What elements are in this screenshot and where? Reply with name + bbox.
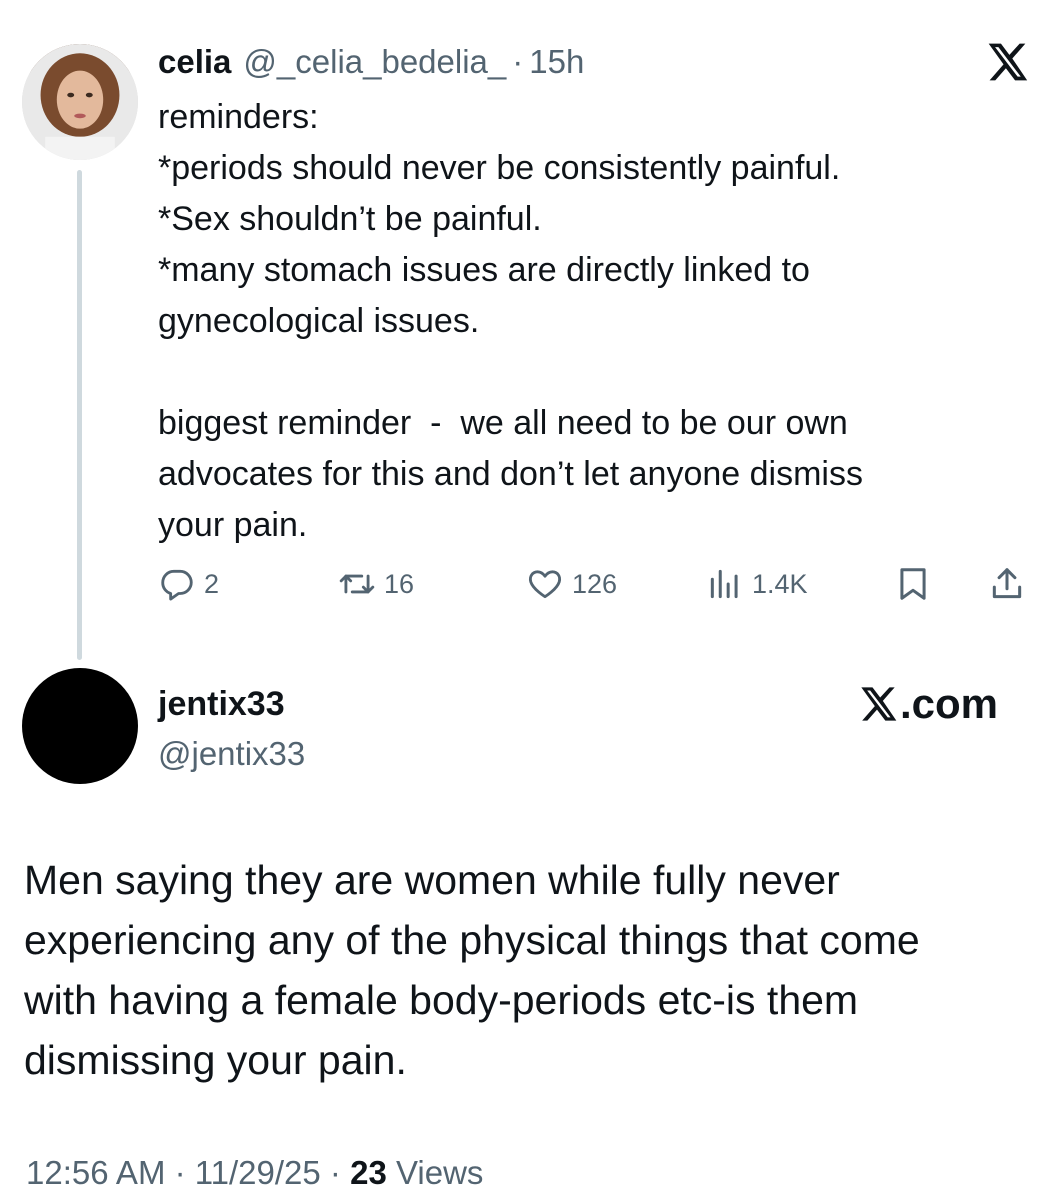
retweet-count: 16 bbox=[384, 568, 415, 599]
retweet-button[interactable]: 16 bbox=[338, 560, 414, 608]
bookmark-icon bbox=[900, 568, 926, 600]
tweet-timestamp[interactable]: 12:56 AM · 11/29/25 · bbox=[26, 1154, 350, 1192]
display-name[interactable]: celia bbox=[158, 40, 231, 84]
x-com-brand: .com bbox=[858, 680, 998, 728]
views-total: 23 bbox=[350, 1154, 387, 1191]
tweet-action-bar: 2 16 126 1.4K bbox=[158, 560, 1038, 608]
views-label: Views bbox=[386, 1154, 484, 1191]
tweet-text-line: biggest reminder - we all need to be our… bbox=[158, 404, 848, 442]
main-tweet-text: Men saying they are women while fully ne… bbox=[24, 850, 1034, 1090]
tweet-text-line: reminders: bbox=[158, 98, 319, 136]
tweet-text-line: your pain. bbox=[158, 506, 308, 544]
celia-avatar[interactable] bbox=[22, 44, 138, 160]
tweet-text-line: *Sex shouldn’t be painful. bbox=[158, 200, 542, 238]
x-logo-icon bbox=[985, 40, 1029, 84]
tweet-time[interactable]: 15h bbox=[529, 40, 584, 84]
brand-domain-text: .com bbox=[900, 680, 999, 727]
views-count: 1.4K bbox=[752, 568, 808, 599]
like-button[interactable]: 126 bbox=[526, 560, 617, 608]
tweet-text-line: gynecological issues. bbox=[158, 302, 480, 340]
user-handle[interactable]: @_celia_bedelia_ bbox=[243, 40, 506, 84]
reply-count: 2 bbox=[204, 568, 220, 599]
retweet-icon bbox=[339, 574, 375, 594]
tweet-metadata: 12:56 AM · 11/29/25 · 23 Views bbox=[26, 1150, 483, 1196]
tweet-text-line: dismissing your pain. bbox=[24, 1037, 407, 1083]
share-button[interactable] bbox=[988, 560, 1026, 608]
like-count: 126 bbox=[572, 568, 618, 599]
bookmark-button[interactable] bbox=[894, 560, 932, 608]
separator-dot: · bbox=[512, 43, 524, 80]
x-logo-icon bbox=[861, 687, 897, 721]
main-user-handle[interactable]: @jentix33 bbox=[158, 732, 305, 776]
user-photo-avatar-icon bbox=[22, 44, 138, 160]
tweet-text-line: advocates for this and don’t let anyone … bbox=[158, 455, 863, 493]
tweet-text-line: with having a female body-periods etc-is… bbox=[24, 977, 859, 1023]
views-button[interactable]: 1.4K bbox=[706, 560, 808, 608]
tweet-text-line: experiencing any of the physical things … bbox=[24, 917, 920, 963]
views-icon bbox=[710, 569, 738, 599]
quoted-tweet-text: reminders: *periods should never be cons… bbox=[158, 92, 1038, 551]
heart-icon bbox=[528, 570, 562, 599]
tweet-text-line: *periods should never be consistently pa… bbox=[158, 149, 841, 187]
reply-button[interactable]: 2 bbox=[158, 560, 219, 608]
main-display-name[interactable]: jentix33 bbox=[158, 682, 285, 726]
tweet-text-line bbox=[158, 347, 1038, 398]
jentix-avatar[interactable] bbox=[22, 668, 138, 784]
thread-connector-line bbox=[77, 170, 82, 660]
share-icon bbox=[992, 568, 1022, 599]
tweet-text-line: Men saying they are women while fully ne… bbox=[24, 857, 840, 903]
tweet-text-line: *many stomach issues are directly linked… bbox=[158, 251, 810, 289]
reply-icon bbox=[161, 569, 193, 601]
quoted-tweet-header: celia @_celia_bedelia_ · 15h bbox=[158, 40, 584, 84]
